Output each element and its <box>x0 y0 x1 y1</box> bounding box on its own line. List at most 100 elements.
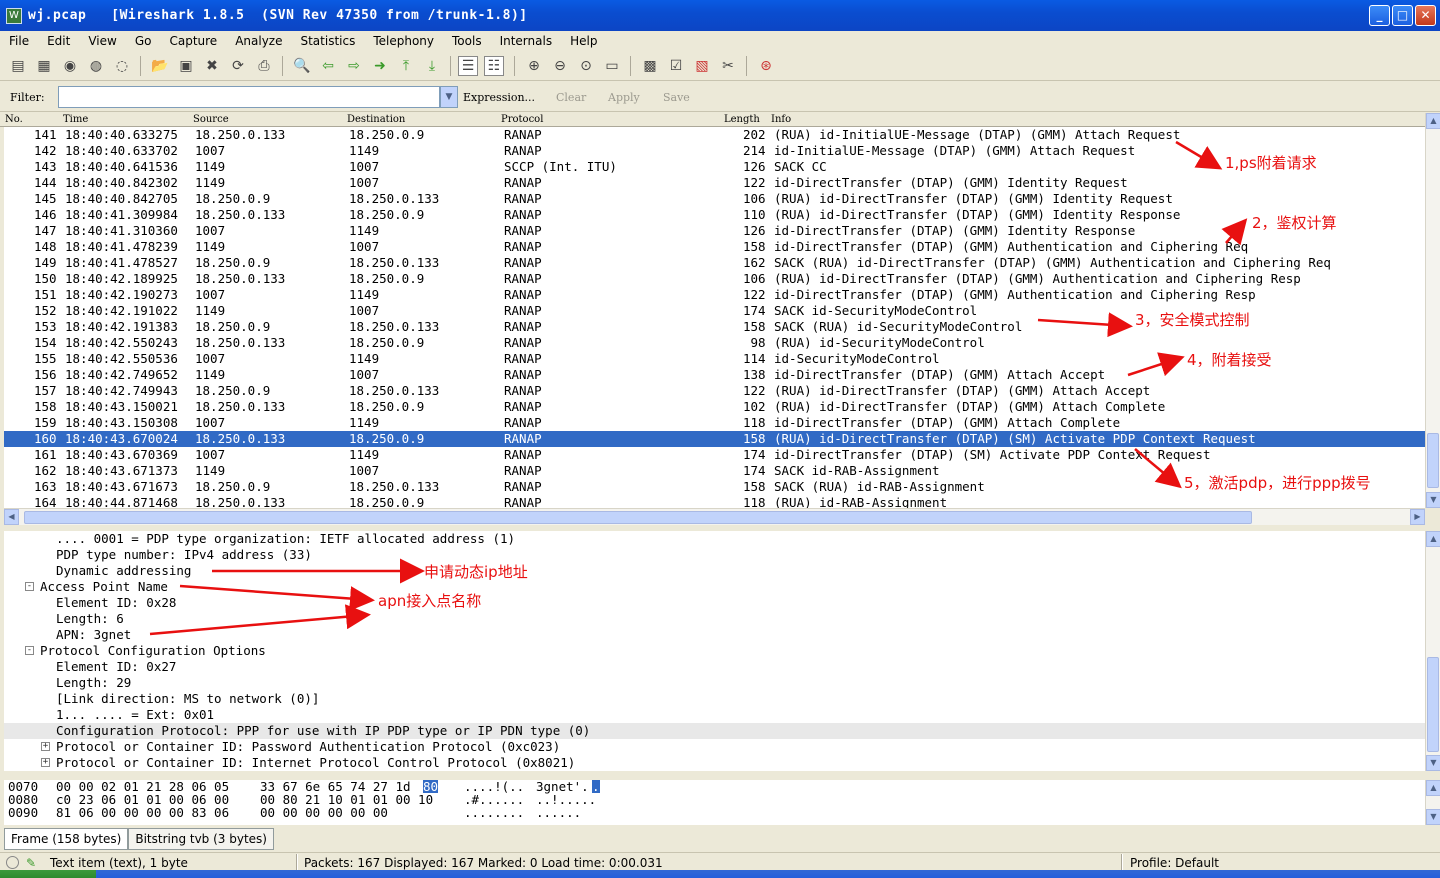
save-filter-button[interactable]: Save <box>663 91 690 104</box>
packet-row[interactable]: 143 18:40:40.641536 1149 1007 SCCP (Int. ITU… <box>4 159 1425 175</box>
zoom-normal-icon[interactable]: ⊙ <box>576 56 596 76</box>
bytes-scrollbar[interactable]: ▲ ▼ <box>1425 780 1440 825</box>
scroll-down-icon[interactable]: ▼ <box>1426 809 1440 825</box>
packet-row[interactable]: 144 18:40:40.842302 1149 1007 RANAP 122 id-Dir… <box>4 175 1425 191</box>
packet-row[interactable]: 151 18:40:42.190273 1007 1149 RANAP 122 id-Dir… <box>4 287 1425 303</box>
detail-row[interactable]: Length: 29 <box>4 675 1425 691</box>
open-icon[interactable]: 📂 <box>150 56 170 76</box>
menu-analyze[interactable]: Analyze <box>232 34 285 48</box>
capture-filters-icon[interactable]: ▩ <box>640 56 660 76</box>
packet-row[interactable]: 158 18:40:43.150021 18.250.0.133 18.250.0.9… <box>4 399 1425 415</box>
resize-columns-icon[interactable]: ▭ <box>602 56 622 76</box>
zoom-in-icon[interactable]: ⊕ <box>524 56 544 76</box>
minimize-button[interactable]: _ <box>1369 5 1390 26</box>
scroll-up-icon[interactable]: ▲ <box>1426 531 1440 547</box>
menu-edit[interactable]: Edit <box>44 34 73 48</box>
tab-bitstring[interactable]: Bitstring tvb (3 bytes) <box>128 828 274 850</box>
interfaces-icon[interactable]: ▤ <box>8 56 28 76</box>
close-button[interactable]: ✕ <box>1415 5 1436 26</box>
menu-telephony[interactable]: Telephony <box>370 34 437 48</box>
packet-row[interactable]: 148 18:40:41.478239 1149 1007 RANAP 158 id-Dir… <box>4 239 1425 255</box>
capture-options-icon[interactable]: ▦ <box>34 56 54 76</box>
packet-list-scrollbar[interactable]: ▲ ▼ <box>1425 113 1440 508</box>
col-time[interactable]: Time <box>63 114 88 125</box>
zoom-out-icon[interactable]: ⊖ <box>550 56 570 76</box>
packet-row[interactable]: 161 18:40:43.670369 1007 1149 RANAP 174 id-Dir… <box>4 447 1425 463</box>
packet-row[interactable]: 146 18:40:41.309984 18.250.0.133 18.250.0.9… <box>4 207 1425 223</box>
find-icon[interactable]: 🔍 <box>292 56 312 76</box>
close-file-icon[interactable]: ✖ <box>202 56 222 76</box>
packet-row[interactable]: 149 18:40:41.478527 18.250.0.9 18.250.0.133… <box>4 255 1425 271</box>
menu-statistics[interactable]: Statistics <box>297 34 358 48</box>
go-first-icon[interactable]: ⤒ <box>396 56 416 76</box>
coloring-rules-icon[interactable]: ▧ <box>692 56 712 76</box>
packet-row[interactable]: 160 18:40:43.670024 18.250.0.133 18.250.0.9… <box>4 431 1425 447</box>
packet-row[interactable]: 141 18:40:40.633275 18.250.0.133 18.250.0.9… <box>4 127 1425 143</box>
detail-row[interactable]: PDP type number: IPv4 address (33) <box>4 547 1425 563</box>
detail-row[interactable]: Configuration Protocol: PPP for use with… <box>4 723 1425 739</box>
detail-row[interactable]: Element ID: 0x27 <box>4 659 1425 675</box>
packet-row[interactable]: 150 18:40:42.189925 18.250.0.133 18.250.0.9… <box>4 271 1425 287</box>
detail-row[interactable]: APN: 3gnet <box>4 627 1425 643</box>
display-filters-icon[interactable]: ☑ <box>666 56 686 76</box>
scroll-left-icon[interactable]: ◀ <box>4 509 19 525</box>
menu-go[interactable]: Go <box>132 34 155 48</box>
col-no[interactable]: No. <box>5 114 23 125</box>
detail-row[interactable]: + Protocol or Container ID: Internet Prot… <box>4 755 1425 771</box>
detail-row[interactable]: Element ID: 0x28 <box>4 595 1425 611</box>
capture-start-icon[interactable]: ◉ <box>60 56 80 76</box>
start-button[interactable] <box>0 870 96 878</box>
filter-input[interactable] <box>58 86 440 108</box>
packet-row[interactable]: 164 18:40:44.871468 18.250.0.133 18.250.0.9… <box>4 495 1425 508</box>
menu-internals[interactable]: Internals <box>497 34 556 48</box>
clear-button[interactable]: Clear <box>556 91 586 104</box>
collapse-icon[interactable]: - <box>25 646 34 655</box>
detail-row[interactable]: - Access Point Name <box>4 579 1425 595</box>
detail-row[interactable]: 1... .... = Ext: 0x01 <box>4 707 1425 723</box>
print-icon[interactable]: ⎙ <box>254 56 274 76</box>
scroll-right-icon[interactable]: ▶ <box>1410 509 1425 525</box>
collapse-icon[interactable]: - <box>25 582 34 591</box>
filter-dropdown-icon[interactable]: ▼ <box>440 86 458 108</box>
expand-icon[interactable]: + <box>41 758 50 767</box>
hex-row[interactable]: 0090 81 06 00 00 00 00 83 06 00 00 00 00 0… <box>4 806 1425 819</box>
scroll-up-icon[interactable]: ▲ <box>1426 113 1440 129</box>
col-destination[interactable]: Destination <box>347 114 405 125</box>
detail-row[interactable]: - Protocol Configuration Options <box>4 643 1425 659</box>
detail-row[interactable]: Dynamic addressing <box>4 563 1425 579</box>
go-forward-icon[interactable]: ⇨ <box>344 56 364 76</box>
packet-list-hscrollbar[interactable]: ◀ ▶ <box>4 508 1425 525</box>
packet-row[interactable]: 147 18:40:41.310360 1007 1149 RANAP 126 id-Dir… <box>4 223 1425 239</box>
save-icon[interactable]: ▣ <box>176 56 196 76</box>
help-icon[interactable]: ⊛ <box>756 56 776 76</box>
capture-stop-icon[interactable]: ◍ <box>86 56 106 76</box>
expression-button[interactable]: Expression... <box>463 91 535 104</box>
col-source[interactable]: Source <box>193 114 229 125</box>
tab-frame[interactable]: Frame (158 bytes) <box>4 828 129 850</box>
status-profile[interactable]: Profile: Default <box>1130 856 1219 870</box>
packet-row[interactable]: 157 18:40:42.749943 18.250.0.9 18.250.0.133… <box>4 383 1425 399</box>
preferences-icon[interactable]: ✂ <box>718 56 738 76</box>
col-length[interactable]: Length <box>724 114 760 125</box>
reload-icon[interactable]: ⟳ <box>228 56 248 76</box>
maximize-button[interactable]: □ <box>1392 5 1413 26</box>
go-last-icon[interactable]: ⤓ <box>422 56 442 76</box>
scroll-up-icon[interactable]: ▲ <box>1426 780 1440 796</box>
go-back-icon[interactable]: ⇦ <box>318 56 338 76</box>
auto-scroll-icon[interactable]: ☷ <box>484 56 504 76</box>
menu-view[interactable]: View <box>85 34 119 48</box>
menu-file[interactable]: File <box>6 34 32 48</box>
apply-button[interactable]: Apply <box>608 91 640 104</box>
go-to-packet-icon[interactable]: ➜ <box>370 56 390 76</box>
details-scrollbar[interactable]: ▲ ▼ <box>1425 531 1440 771</box>
col-protocol[interactable]: Protocol <box>501 114 543 125</box>
packet-row[interactable]: 145 18:40:40.842705 18.250.0.9 18.250.0.133… <box>4 191 1425 207</box>
edit-comment-icon[interactable]: ✎ <box>26 856 36 870</box>
col-info[interactable]: Info <box>771 114 791 125</box>
detail-row[interactable]: [Link direction: MS to network (0)] <box>4 691 1425 707</box>
menu-help[interactable]: Help <box>567 34 600 48</box>
menu-capture[interactable]: Capture <box>166 34 220 48</box>
capture-restart-icon[interactable]: ◌ <box>112 56 132 76</box>
packet-row[interactable]: 159 18:40:43.150308 1007 1149 RANAP 118 id-Dir… <box>4 415 1425 431</box>
menu-tools[interactable]: Tools <box>449 34 485 48</box>
